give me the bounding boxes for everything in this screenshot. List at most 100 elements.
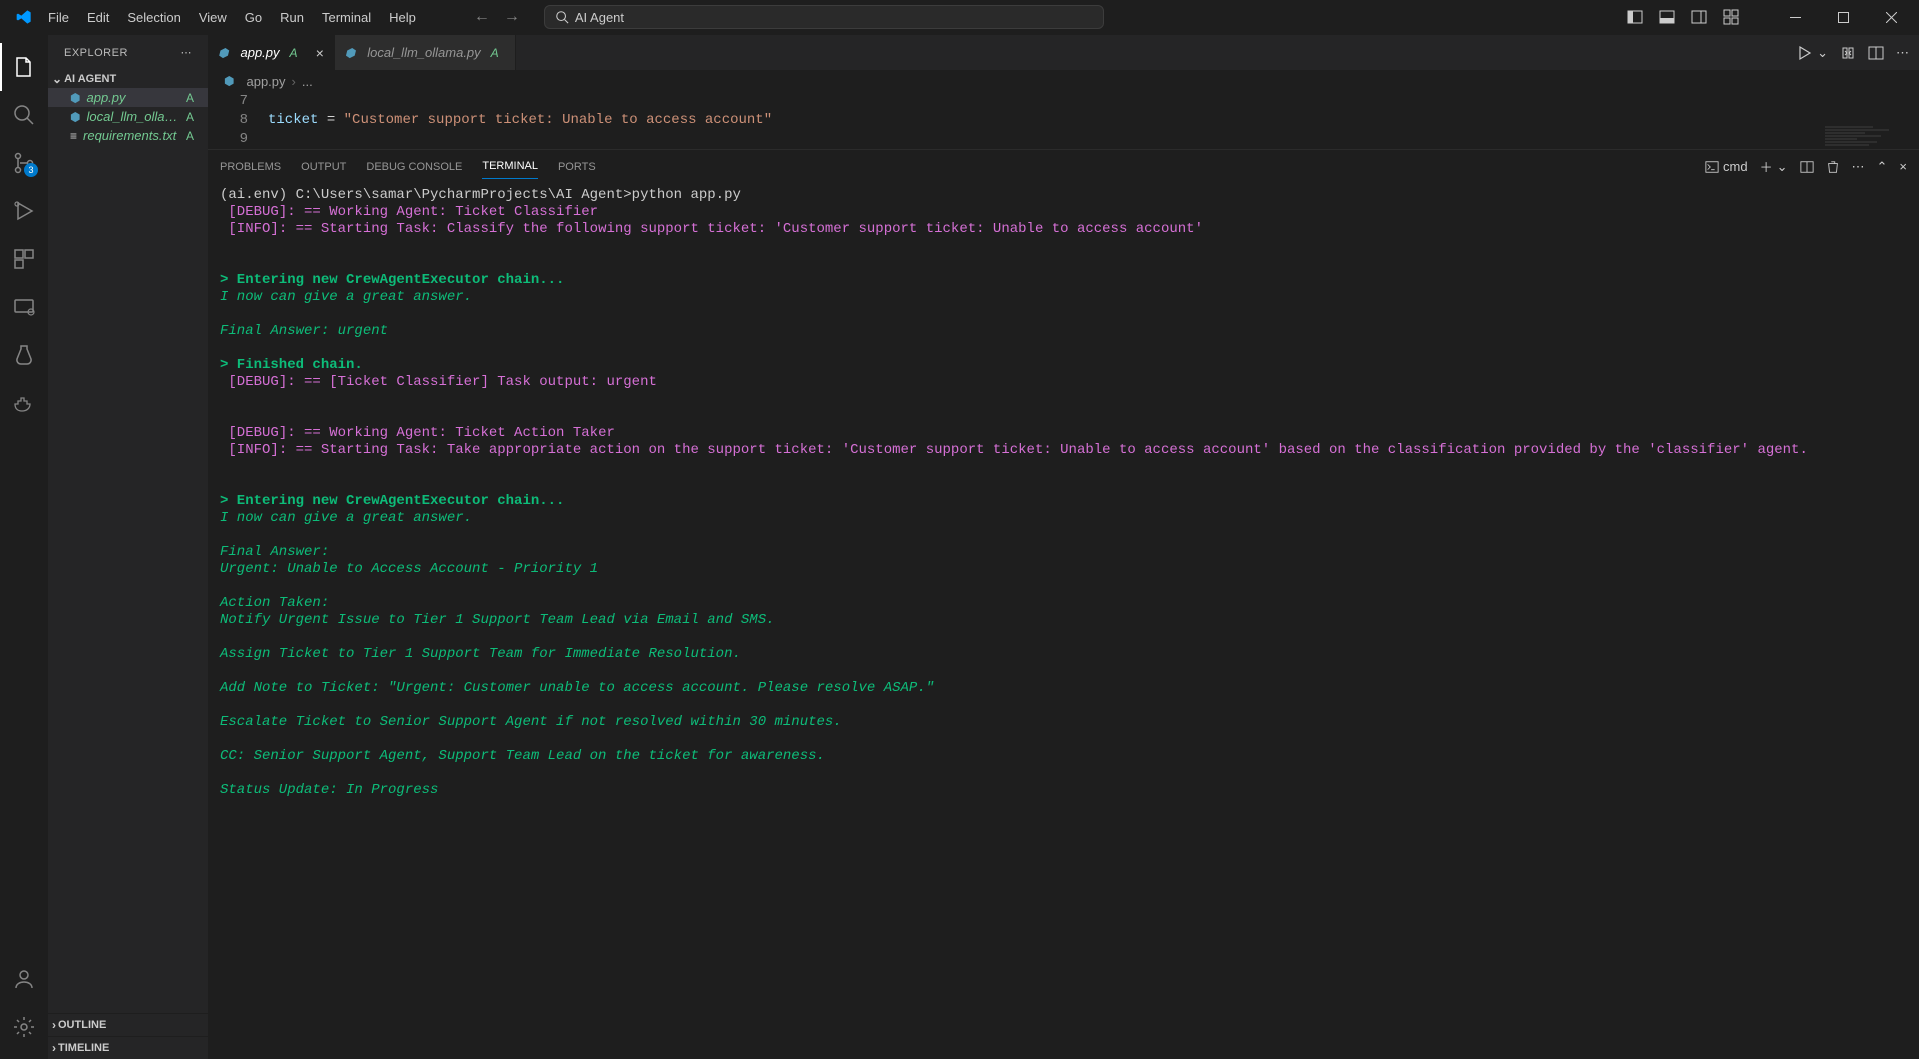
panel-tab-debug-console[interactable]: DEBUG CONSOLE <box>366 155 462 179</box>
menu-help[interactable]: Help <box>381 6 424 29</box>
activity-testing[interactable] <box>0 331 48 379</box>
outline-label: OUTLINE <box>58 1019 106 1031</box>
terminal-output[interactable]: (ai.env) C:\Users\samar\PycharmProjects\… <box>208 183 1919 1059</box>
activity-explorer[interactable] <box>0 43 48 91</box>
terminal-line: (ai.env) C:\Users\samar\PycharmProjects\… <box>220 187 1907 204</box>
git-status-badge: A <box>186 110 200 124</box>
git-status-badge: A <box>290 46 304 60</box>
terminal-shell-selector[interactable]: cmd <box>1705 159 1748 174</box>
menu-run[interactable]: Run <box>272 6 312 29</box>
kill-terminal-icon[interactable] <box>1826 160 1840 174</box>
editor-actions: ⌄ ⋯ <box>1787 35 1919 70</box>
panel-tab-output[interactable]: OUTPUT <box>301 155 346 179</box>
maximize-button[interactable] <box>1823 2 1863 32</box>
menu-selection[interactable]: Selection <box>119 6 188 29</box>
terminal-more-icon[interactable]: ⋯ <box>1852 159 1865 175</box>
git-status-badge: A <box>491 46 505 60</box>
terminal-line: > Entering new CrewAgentExecutor chain..… <box>220 493 1907 510</box>
tab-app[interactable]: ⬢ app.py A × <box>208 35 335 70</box>
terminal-line <box>220 697 1907 714</box>
split-terminal-icon[interactable] <box>1800 160 1814 174</box>
split-compare-icon[interactable] <box>1840 45 1856 61</box>
run-dropdown-icon[interactable]: ⌄ <box>1817 45 1828 61</box>
more-actions-icon[interactable]: ⋯ <box>1896 45 1909 61</box>
new-terminal-icon[interactable]: ＋ <box>1760 157 1773 176</box>
editor-group: ⬢ app.py A × ⬢ local_llm_ollama.py A ⌄ <box>208 35 1919 1059</box>
menu-view[interactable]: View <box>191 6 235 29</box>
terminal-line <box>220 578 1907 595</box>
shell-label: cmd <box>1723 159 1748 174</box>
titlebar: File Edit Selection View Go Run Terminal… <box>0 0 1919 35</box>
activity-extensions[interactable] <box>0 235 48 283</box>
layout-left-icon[interactable] <box>1627 9 1643 25</box>
menu-terminal[interactable]: Terminal <box>314 6 379 29</box>
tab-label: app.py <box>240 45 279 60</box>
panel-tab-terminal[interactable]: TERMINAL <box>482 154 538 179</box>
panel-tab-ports[interactable]: PORTS <box>558 155 596 179</box>
sidebar-title: EXPLORER <box>64 47 128 59</box>
activity-remote[interactable] <box>0 283 48 331</box>
panel-actions: cmd ＋ ⌄ ⋯ ⌃ × <box>1705 157 1907 176</box>
terminal-line: [DEBUG]: == Working Agent: Ticket Action… <box>220 425 1907 442</box>
sidebar-project-header[interactable]: ⌄ AI AGENT <box>48 70 208 88</box>
terminal-line <box>220 238 1907 255</box>
file-item-app[interactable]: ⬢ app.py A <box>48 88 208 107</box>
code-editor[interactable]: 7 8 9 ticket = "Customer support ticket:… <box>208 92 1919 149</box>
file-item-ollama[interactable]: ⬢ local_llm_ollama.... A <box>48 107 208 126</box>
new-terminal-dropdown-icon[interactable]: ⌄ <box>1777 159 1788 175</box>
sidebar-header: EXPLORER ⋯ <box>48 35 208 70</box>
run-button[interactable] <box>1797 45 1813 61</box>
terminal-line: Add Note to Ticket: "Urgent: Customer un… <box>220 680 1907 697</box>
terminal-line: > Finished chain. <box>220 357 1907 374</box>
breadcrumb[interactable]: ⬢ app.py › ... <box>208 70 1919 92</box>
terminal-line <box>220 765 1907 782</box>
nav-forward-icon[interactable]: → <box>504 8 520 26</box>
window-controls <box>1775 2 1911 32</box>
terminal-line <box>220 459 1907 476</box>
panel-tab-problems[interactable]: PROBLEMS <box>220 155 281 179</box>
menu-go[interactable]: Go <box>237 6 270 29</box>
close-button[interactable] <box>1871 2 1911 32</box>
minimize-button[interactable] <box>1775 2 1815 32</box>
activity-scm[interactable]: 3 <box>0 139 48 187</box>
menu-bar: File Edit Selection View Go Run Terminal… <box>40 6 424 29</box>
tab-ollama[interactable]: ⬢ local_llm_ollama.py A <box>335 35 516 70</box>
terminal-line <box>220 391 1907 408</box>
sidebar: EXPLORER ⋯ ⌄ AI AGENT ⬢ app.py A ⬢ local… <box>48 35 208 1059</box>
nav-back-icon[interactable]: ← <box>474 8 490 26</box>
close-icon[interactable]: × <box>316 45 324 61</box>
scm-badge: 3 <box>24 163 38 177</box>
menu-edit[interactable]: Edit <box>79 6 117 29</box>
layout-right-icon[interactable] <box>1691 9 1707 25</box>
command-center[interactable]: AI Agent <box>544 5 1104 29</box>
sidebar-more-icon[interactable]: ⋯ <box>181 46 193 59</box>
bottom-panel: PROBLEMS OUTPUT DEBUG CONSOLE TERMINAL P… <box>208 149 1919 1059</box>
file-item-requirements[interactable]: ≡ requirements.txt A <box>48 126 208 145</box>
python-file-icon: ⬢ <box>218 46 228 60</box>
activity-docker[interactable] <box>0 379 48 427</box>
close-panel-icon[interactable]: × <box>1899 159 1907 174</box>
outline-section[interactable]: › OUTLINE <box>48 1013 208 1036</box>
file-label: requirements.txt <box>83 128 186 143</box>
activity-account[interactable] <box>0 955 48 1003</box>
menu-file[interactable]: File <box>40 6 77 29</box>
activity-bar: 3 <box>0 35 48 1059</box>
customize-layout-icon[interactable] <box>1723 9 1739 25</box>
titlebar-right <box>1627 2 1911 32</box>
vscode-logo-icon <box>16 9 32 25</box>
git-status-badge: A <box>186 129 200 143</box>
timeline-section[interactable]: › TIMELINE <box>48 1036 208 1059</box>
activity-search[interactable] <box>0 91 48 139</box>
split-editor-icon[interactable] <box>1868 45 1884 61</box>
terminal-line: CC: Senior Support Agent, Support Team L… <box>220 748 1907 765</box>
python-file-icon: ⬢ <box>224 74 234 88</box>
activity-settings[interactable] <box>0 1003 48 1051</box>
code-lines: ticket = "Customer support ticket: Unabl… <box>268 92 1919 149</box>
project-name: AI AGENT <box>64 73 116 85</box>
activity-debug[interactable] <box>0 187 48 235</box>
layout-bottom-icon[interactable] <box>1659 9 1675 25</box>
terminal-line <box>220 629 1907 646</box>
python-file-icon: ⬢ <box>70 110 80 124</box>
maximize-panel-icon[interactable]: ⌃ <box>1877 159 1888 175</box>
chevron-down-icon: ⌄ <box>52 72 62 86</box>
